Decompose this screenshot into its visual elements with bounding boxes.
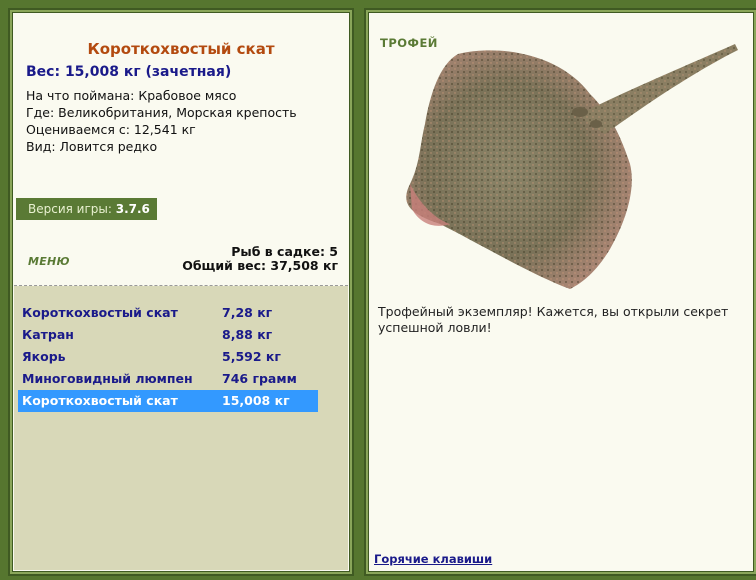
skate-fish-image: [406, 44, 738, 289]
catch-row[interactable]: Миноговидный люмпен 746 грамм: [18, 368, 318, 390]
fish-title: Короткохвостый скат: [87, 40, 275, 58]
catch-weight: 15,008 кг: [222, 393, 290, 408]
cage-total-weight: Общий вес: 37,508 кг: [182, 258, 338, 273]
location-info: Где: Великобритания, Морская крепость: [26, 105, 297, 120]
cage-count: Рыб в садке: 5: [231, 244, 338, 259]
version-label: Версия игры:: [28, 202, 116, 216]
catch-name: Катран: [22, 327, 74, 342]
catch-weight: 7,28 кг: [222, 305, 273, 320]
hotkeys-link[interactable]: Горячие клавиши: [374, 552, 492, 566]
menu-button[interactable]: МЕНЮ: [28, 255, 70, 268]
catch-row[interactable]: Короткохвостый скат 7,28 кг: [18, 302, 318, 324]
trophy-message: Трофейный экземпляр! Кажется, вы открыли…: [378, 304, 729, 335]
catch-name: Короткохвостый скат: [22, 305, 178, 320]
catch-row-selected[interactable]: Короткохвостый скат 15,008 кг: [18, 390, 318, 412]
trophy-panel: ТРОФЕЙ Трофейный экземпляр! Кажется, вы …: [364, 8, 756, 576]
bait-info: На что поймана: Крабовое мясо: [26, 88, 237, 103]
catch-name: Якорь: [22, 349, 66, 364]
catch-weight: 746 грамм: [222, 371, 297, 386]
catch-weight: 8,88 кг: [222, 327, 273, 342]
fish-weight: Вес: 15,008 кг (зачетная): [26, 64, 232, 80]
version-badge: Версия игры: 3.7.6: [16, 198, 157, 220]
catch-list: Короткохвостый скат 7,28 кг Катран 8,88 …: [14, 286, 348, 570]
catch-name: Миноговидный люмпен: [22, 371, 193, 386]
fish-info-panel: Короткохвостый скат Вес: 15,008 кг (заче…: [8, 8, 354, 576]
estimate-info: Оцениваемся с: 12,541 кг: [26, 122, 196, 137]
fish-info-content: Короткохвостый скат Вес: 15,008 кг (заче…: [14, 14, 348, 570]
catch-row[interactable]: Катран 8,88 кг: [18, 324, 318, 346]
catch-weight: 5,592 кг: [222, 349, 281, 364]
trophy-content: ТРОФЕЙ Трофейный экземпляр! Кажется, вы …: [370, 14, 752, 570]
version-value: 3.7.6: [115, 202, 150, 216]
catch-row[interactable]: Якорь 5,592 кг: [18, 346, 318, 368]
catch-name: Короткохвостый скат: [22, 393, 178, 408]
cage-stats: Рыб в садке: 5 Общий вес: 37,508 кг: [182, 245, 338, 273]
trophy-label: ТРОФЕЙ: [380, 36, 438, 50]
rarity-info: Вид: Ловится редко: [26, 139, 158, 154]
